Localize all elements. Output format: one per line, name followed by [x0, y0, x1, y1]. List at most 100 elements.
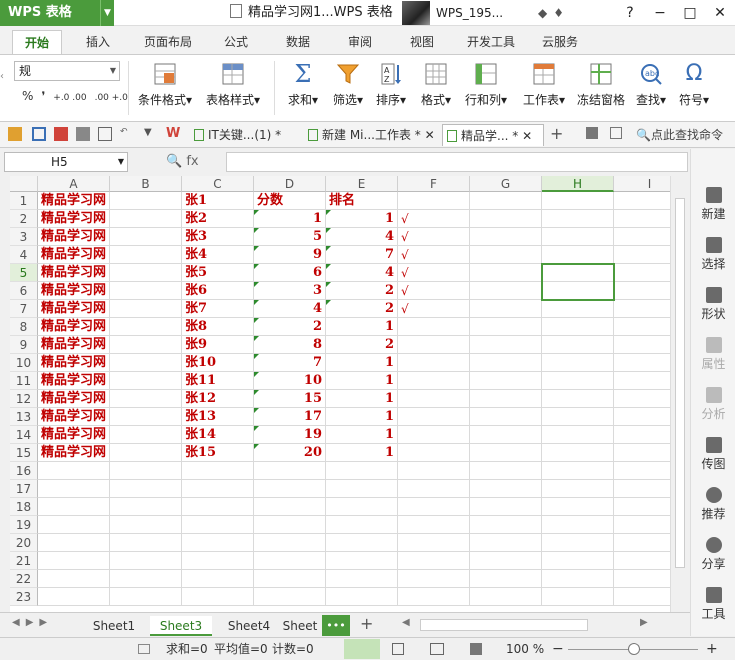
cell-h20[interactable] — [542, 534, 614, 552]
cell-i5[interactable] — [614, 264, 670, 282]
sheet-tab-5[interactable]: Sheet — [280, 616, 320, 636]
cell-h12[interactable] — [542, 390, 614, 408]
cell-i22[interactable] — [614, 570, 670, 588]
cell-a23[interactable] — [38, 588, 110, 606]
cell-d13[interactable]: 17 — [254, 408, 326, 426]
sheet-tab-3[interactable]: Sheet3 — [150, 616, 212, 636]
cell-d10[interactable]: 7 — [254, 354, 326, 372]
side-properties-button[interactable]: 属性 — [691, 337, 735, 372]
zoom-in-icon[interactable]: + — [706, 638, 718, 660]
doc-tab-it[interactable]: IT关键...(1) * — [190, 124, 302, 146]
cell-c8[interactable]: 张8 — [182, 318, 254, 336]
cell-b1[interactable] — [110, 192, 182, 210]
cell-i1[interactable] — [614, 192, 670, 210]
cell-g2[interactable] — [470, 210, 542, 228]
row-header[interactable]: 21 — [10, 552, 38, 570]
cell-e8[interactable]: 1 — [326, 318, 398, 336]
cell-b2[interactable] — [110, 210, 182, 228]
cell-f10[interactable] — [398, 354, 470, 372]
row-header[interactable]: 14 — [10, 426, 38, 444]
cell-d7[interactable]: 4 — [254, 300, 326, 318]
sum-button[interactable]: Σ 求和▾ — [284, 59, 322, 119]
side-select-button[interactable]: 选择 — [691, 237, 735, 272]
cell-g23[interactable] — [470, 588, 542, 606]
cell-i7[interactable] — [614, 300, 670, 318]
cell-i19[interactable] — [614, 516, 670, 534]
cell-g19[interactable] — [470, 516, 542, 534]
cell-i21[interactable] — [614, 552, 670, 570]
cell-a8[interactable]: 精品学习网 — [38, 318, 110, 336]
cell-a21[interactable] — [38, 552, 110, 570]
column-header-g[interactable]: G — [470, 176, 542, 192]
cell-d20[interactable] — [254, 534, 326, 552]
cell-h1[interactable] — [542, 192, 614, 210]
cell-h22[interactable] — [542, 570, 614, 588]
row-header[interactable]: 6 — [10, 282, 38, 300]
cell-a5[interactable]: 精品学习网 — [38, 264, 110, 282]
cell-f11[interactable] — [398, 372, 470, 390]
cell-h19[interactable] — [542, 516, 614, 534]
row-header[interactable]: 8 — [10, 318, 38, 336]
row-header[interactable]: 9 — [10, 336, 38, 354]
row-header[interactable]: 19 — [10, 516, 38, 534]
ribbon-scroll-left[interactable]: ‹ — [0, 71, 10, 82]
row-header[interactable]: 18 — [10, 498, 38, 516]
save-icon[interactable] — [32, 127, 46, 141]
cell-f20[interactable] — [398, 534, 470, 552]
decrease-decimal-button[interactable]: .00 +.0 — [95, 93, 128, 103]
tab-page-layout[interactable]: 页面布局 — [138, 30, 198, 54]
cell-f4[interactable]: √ — [398, 246, 470, 264]
cell-h17[interactable] — [542, 480, 614, 498]
cell-e20[interactable] — [326, 534, 398, 552]
avatar[interactable] — [402, 1, 430, 25]
new-tab-plus-icon[interactable]: + — [550, 124, 563, 143]
cell-a4[interactable]: 精品学习网 — [38, 246, 110, 264]
cell-a18[interactable] — [38, 498, 110, 516]
cell-b23[interactable] — [110, 588, 182, 606]
open-icon[interactable] — [8, 127, 22, 141]
sort-button[interactable]: A Z 排序▾ — [372, 59, 410, 119]
cell-b18[interactable] — [110, 498, 182, 516]
cell-e17[interactable] — [326, 480, 398, 498]
row-header[interactable]: 4 — [10, 246, 38, 264]
page-break-view-icon[interactable] — [430, 643, 444, 655]
cell-i4[interactable] — [614, 246, 670, 264]
cell-d17[interactable] — [254, 480, 326, 498]
doc-tab-active[interactable]: 精品学... * ✕ — [442, 124, 544, 146]
cell-b3[interactable] — [110, 228, 182, 246]
cell-i8[interactable] — [614, 318, 670, 336]
cell-e15[interactable]: 1 — [326, 444, 398, 462]
column-header-i[interactable]: I — [614, 176, 670, 192]
cell-g7[interactable] — [470, 300, 542, 318]
tab-view[interactable]: 视图 — [400, 30, 444, 54]
cell-c1[interactable]: 张1 — [182, 192, 254, 210]
cell-h14[interactable] — [542, 426, 614, 444]
doc-tab-new[interactable]: 新建 Mi...工作表 * ✕ — [304, 124, 440, 146]
cell-c18[interactable] — [182, 498, 254, 516]
side-new-button[interactable]: 新建 — [691, 187, 735, 222]
print-icon[interactable] — [76, 127, 90, 141]
cell-g16[interactable] — [470, 462, 542, 480]
cell-i9[interactable] — [614, 336, 670, 354]
cell-e4[interactable]: 7 — [326, 246, 398, 264]
maximize-button[interactable]: □ — [675, 0, 705, 26]
cell-e2[interactable]: 1 — [326, 210, 398, 228]
cell-i6[interactable] — [614, 282, 670, 300]
cell-f7[interactable]: √ — [398, 300, 470, 318]
cell-d19[interactable] — [254, 516, 326, 534]
cell-b8[interactable] — [110, 318, 182, 336]
row-header[interactable]: 3 — [10, 228, 38, 246]
scroll-left-icon[interactable]: ◀ — [402, 617, 410, 628]
number-format-select[interactable]: 规 ▼ — [14, 61, 120, 81]
cell-e18[interactable] — [326, 498, 398, 516]
cell-b20[interactable] — [110, 534, 182, 552]
wps-logo-icon[interactable]: W — [166, 127, 180, 141]
tab-formulas[interactable]: 公式 — [214, 30, 258, 54]
cell-b7[interactable] — [110, 300, 182, 318]
close-button[interactable]: ✕ — [705, 0, 735, 26]
cell-e21[interactable] — [326, 552, 398, 570]
cell-i10[interactable] — [614, 354, 670, 372]
row-header[interactable]: 17 — [10, 480, 38, 498]
cell-f23[interactable] — [398, 588, 470, 606]
format-button[interactable]: 格式▾ — [416, 59, 456, 119]
